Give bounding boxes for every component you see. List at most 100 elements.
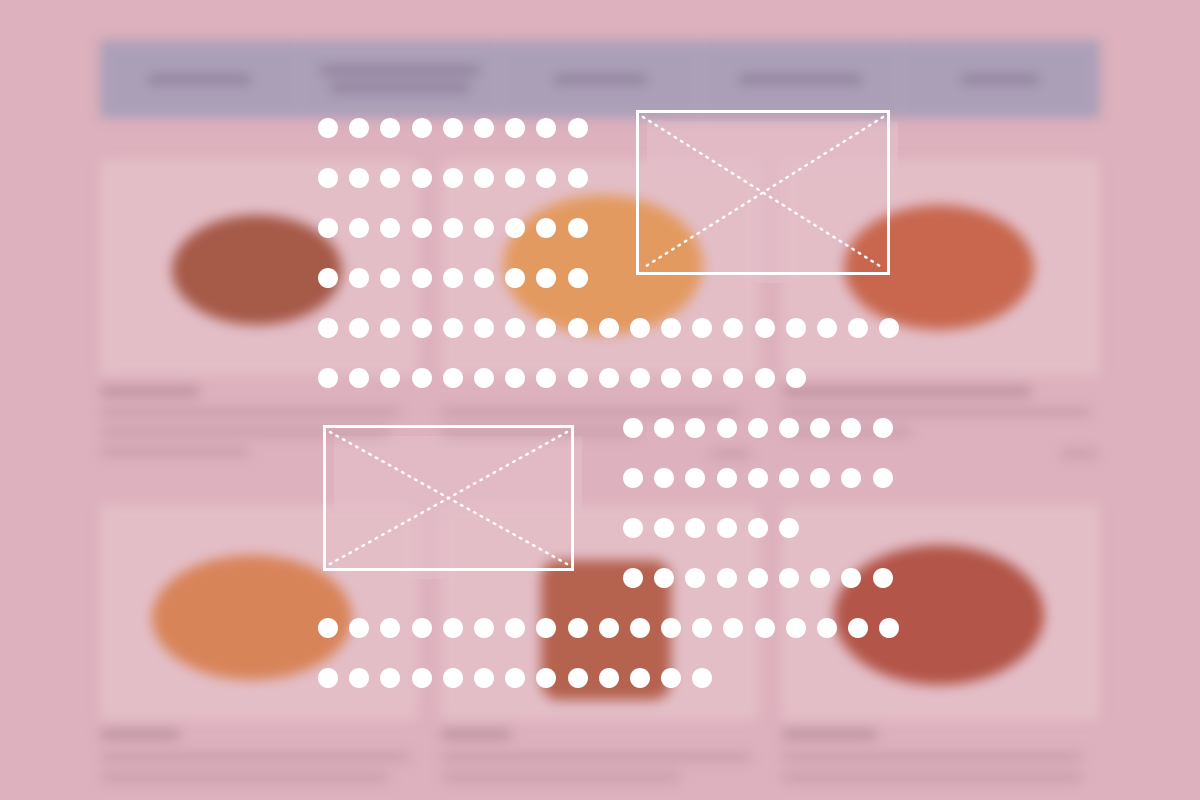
placeholder-dot <box>629 368 650 388</box>
placeholder-dot <box>654 518 675 538</box>
placeholder-dot <box>505 118 526 138</box>
placeholder-dot <box>723 368 744 388</box>
placeholder-dot <box>654 418 675 438</box>
placeholder-dot <box>598 318 619 338</box>
placeholder-dot <box>318 168 338 188</box>
placeholder-dot <box>380 668 401 688</box>
placeholder-dot <box>473 668 494 688</box>
placeholder-dot <box>747 418 768 438</box>
placeholder-dot <box>349 268 370 288</box>
placeholder-dot <box>654 468 675 488</box>
placeholder-dot <box>567 368 588 388</box>
placeholder-dot <box>692 618 713 638</box>
placeholder-dot <box>685 568 706 588</box>
placeholder-dot <box>411 368 432 388</box>
placeholder-dot <box>661 668 682 688</box>
text-placeholder-line <box>318 368 806 388</box>
placeholder-dot <box>716 468 737 488</box>
placeholder-dot <box>380 218 401 238</box>
placeholder-dot <box>817 318 837 338</box>
placeholder-dot <box>598 668 619 688</box>
placeholder-dot <box>629 318 650 338</box>
placeholder-dot <box>505 268 526 288</box>
placeholder-dot <box>349 618 370 638</box>
placeholder-dot <box>349 118 370 138</box>
placeholder-dot <box>567 318 588 338</box>
placeholder-dot <box>879 618 900 638</box>
placeholder-dot <box>411 218 432 238</box>
text-placeholder-line <box>318 668 713 688</box>
placeholder-dot <box>841 418 862 438</box>
placeholder-dot <box>411 268 432 288</box>
placeholder-dot <box>716 568 737 588</box>
placeholder-dot <box>723 318 744 338</box>
placeholder-dot <box>318 618 338 638</box>
placeholder-dot <box>817 618 837 638</box>
placeholder-dot <box>349 318 370 338</box>
placeholder-dot <box>349 668 370 688</box>
text-placeholder-line <box>318 318 900 338</box>
placeholder-dot <box>505 618 526 638</box>
placeholder-dot <box>747 468 768 488</box>
placeholder-dot <box>411 168 432 188</box>
placeholder-dot <box>536 618 557 638</box>
placeholder-dot <box>841 468 862 488</box>
placeholder-dot <box>723 618 744 638</box>
placeholder-dot <box>411 668 432 688</box>
placeholder-dot <box>567 618 588 638</box>
placeholder-dot <box>318 268 338 288</box>
placeholder-dot <box>810 568 831 588</box>
placeholder-dot <box>598 618 619 638</box>
placeholder-dot <box>318 318 338 338</box>
placeholder-dot <box>318 368 338 388</box>
placeholder-dot <box>623 468 643 488</box>
placeholder-dot <box>473 118 494 138</box>
image-placeholder-top <box>636 110 898 283</box>
placeholder-dot <box>747 568 768 588</box>
placeholder-dot <box>629 618 650 638</box>
placeholder-dot <box>567 268 588 288</box>
placeholder-dot <box>879 318 900 338</box>
placeholder-dot <box>349 368 370 388</box>
placeholder-dot <box>692 668 713 688</box>
placeholder-dot <box>692 318 713 338</box>
placeholder-dot <box>380 268 401 288</box>
placeholder-dot <box>654 568 675 588</box>
placeholder-dot <box>505 168 526 188</box>
placeholder-dot <box>567 118 588 138</box>
text-placeholder-line <box>318 618 900 638</box>
placeholder-dot <box>661 618 682 638</box>
placeholder-dot <box>685 518 706 538</box>
placeholder-dot <box>629 668 650 688</box>
placeholder-dot <box>442 118 463 138</box>
placeholder-dot <box>848 318 869 338</box>
placeholder-dot <box>318 218 338 238</box>
placeholder-dot <box>318 118 338 138</box>
blurred-loading-screen <box>0 0 1200 800</box>
placeholder-dot <box>754 318 775 338</box>
image-placeholder-bottom <box>323 425 582 579</box>
placeholder-dot <box>661 318 682 338</box>
placeholder-dot <box>716 518 737 538</box>
placeholder-dot <box>754 368 775 388</box>
placeholder-dot <box>623 568 643 588</box>
placeholder-dot <box>380 618 401 638</box>
placeholder-dot <box>623 418 643 438</box>
text-placeholder-line <box>623 418 893 438</box>
placeholder-dot <box>442 268 463 288</box>
placeholder-dot <box>785 618 806 638</box>
placeholder-dot <box>536 118 557 138</box>
placeholder-dot <box>473 618 494 638</box>
placeholder-dot <box>349 168 370 188</box>
placeholder-dot <box>411 618 432 638</box>
text-placeholder-line <box>318 168 588 188</box>
placeholder-dot <box>536 268 557 288</box>
placeholder-dot <box>442 618 463 638</box>
text-placeholder-line <box>623 568 893 588</box>
placeholder-dot <box>411 318 432 338</box>
placeholder-dot <box>778 418 799 438</box>
placeholder-dot <box>536 318 557 338</box>
placeholder-dot <box>661 368 682 388</box>
placeholder-dot <box>442 368 463 388</box>
placeholder-dot <box>778 518 799 538</box>
